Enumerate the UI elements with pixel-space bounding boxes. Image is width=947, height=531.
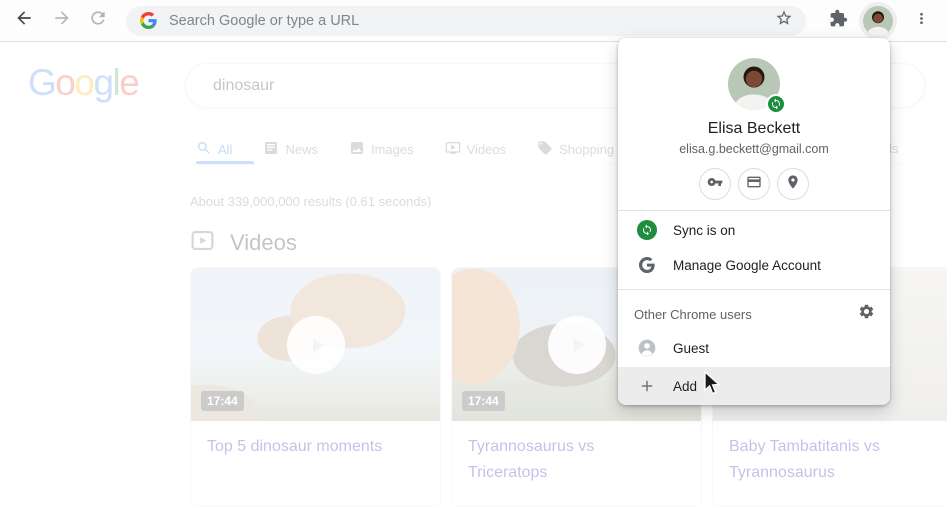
addresses-button[interactable] (777, 168, 809, 200)
search-query: dinosaur (213, 77, 274, 95)
tab-shopping[interactable]: Shopping (537, 134, 614, 164)
play-button[interactable] (548, 316, 606, 374)
duration-badge: 17:44 (462, 391, 505, 411)
extensions-button[interactable] (824, 7, 852, 35)
credit-card-icon (746, 174, 762, 195)
tab-news[interactable]: News (263, 134, 318, 164)
menu-button[interactable] (907, 7, 935, 35)
tab-images[interactable]: Images (349, 134, 414, 164)
refresh-button[interactable] (82, 5, 114, 37)
url-placeholder: Search Google or type a URL (169, 13, 772, 29)
google-logo[interactable]: Google (28, 62, 138, 104)
play-box-icon (189, 227, 216, 259)
sync-icon (637, 220, 657, 240)
results-stats: About 339,000,000 results (0.61 seconds) (190, 194, 431, 209)
menu-item-guest[interactable]: Guest (618, 330, 890, 366)
mouse-cursor (703, 371, 725, 397)
back-button[interactable] (8, 5, 40, 37)
payments-button[interactable] (738, 168, 770, 200)
videos-section-header: Videos (189, 227, 297, 259)
result-tabs: All News Images Videos Shopping (196, 134, 645, 164)
arrow-left-icon (14, 8, 34, 33)
plus-icon (637, 376, 657, 396)
puzzle-icon (829, 9, 848, 33)
manage-account-label: Manage Google Account (673, 258, 821, 273)
video-title[interactable]: Tyrannosaurus vs Triceratops (468, 434, 646, 486)
duration-badge: 17:44 (201, 391, 244, 411)
profile-avatar-image (863, 6, 893, 36)
passwords-button[interactable] (699, 168, 731, 200)
google-g-gray-icon (637, 255, 657, 275)
video-card[interactable]: 17:44 Top 5 dinosaur moments (190, 267, 441, 507)
menu-divider (618, 210, 890, 211)
manage-users-button[interactable] (856, 304, 876, 324)
menu-item-sync-status[interactable]: Sync is on (618, 212, 890, 248)
forward-button[interactable] (46, 5, 78, 37)
star-icon (775, 9, 793, 32)
sync-status-label: Sync is on (673, 223, 735, 238)
video-title[interactable]: Top 5 dinosaur moments (207, 434, 385, 460)
profile-email: elisa.g.beckett@gmail.com (618, 142, 890, 156)
map-pin-icon (785, 174, 801, 195)
video-thumbnail[interactable]: 17:44 (191, 268, 440, 421)
search-icon (196, 140, 218, 159)
tab-all[interactable]: All (196, 134, 232, 164)
address-bar[interactable]: Search Google or type a URL (126, 6, 806, 36)
arrow-right-icon (52, 8, 72, 33)
video-icon (445, 140, 467, 159)
other-users-label: Other Chrome users (634, 307, 856, 322)
google-g-icon (140, 12, 157, 29)
profile-menu: Elisa Beckett elisa.g.beckett@gmail.com … (618, 38, 890, 405)
guest-avatar-icon (637, 338, 657, 358)
bookmark-button[interactable] (772, 9, 796, 33)
menu-item-manage-account[interactable]: Manage Google Account (618, 247, 890, 283)
price-tag-icon (537, 140, 559, 159)
profile-avatar-button[interactable] (863, 6, 893, 36)
menu-item-add[interactable]: Add (618, 367, 890, 405)
video-title[interactable]: Baby Tambatitanis vs Tyrannosaurus (729, 434, 907, 486)
play-button[interactable] (287, 316, 345, 374)
add-label: Add (673, 379, 697, 394)
sync-badge-icon (766, 94, 786, 114)
news-icon (263, 140, 285, 159)
key-icon (707, 174, 723, 195)
profile-name: Elisa Beckett (618, 120, 890, 138)
gear-icon (858, 303, 875, 325)
other-users-section: Other Chrome users (618, 298, 890, 330)
browser-toolbar: Search Google or type a URL (0, 0, 947, 42)
tab-videos[interactable]: Videos (445, 134, 507, 164)
refresh-icon (88, 8, 108, 33)
image-icon (349, 140, 371, 159)
menu-divider (618, 289, 890, 290)
active-tab-underline (196, 161, 254, 164)
account-shortcuts (618, 168, 890, 200)
videos-section-title: Videos (230, 230, 297, 256)
guest-label: Guest (673, 341, 709, 356)
kebab-icon (913, 10, 930, 32)
